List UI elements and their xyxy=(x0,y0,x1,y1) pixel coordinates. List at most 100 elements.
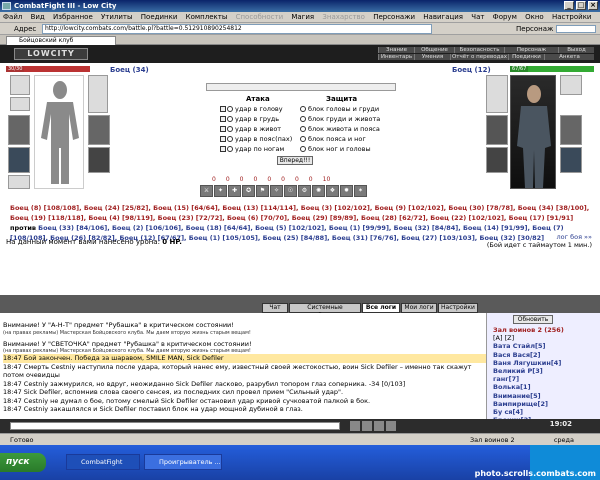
menu-fights[interactable]: Поединки xyxy=(141,13,178,21)
nav-fights[interactable]: Поединки xyxy=(508,54,544,60)
character-input[interactable] xyxy=(556,25,596,33)
block-belt-legs[interactable]: блок пояса и ног xyxy=(300,135,366,144)
menu-magic[interactable]: Магия xyxy=(291,13,314,21)
ability-icon[interactable]: ✹ xyxy=(340,185,353,197)
roster-member[interactable]: Бу ся[4] xyxy=(493,408,600,416)
left-helmet-slot[interactable] xyxy=(10,75,30,95)
attack-groin[interactable]: удар в пояс(пах) xyxy=(220,135,292,144)
attack-legs[interactable]: удар по ногам xyxy=(220,145,284,154)
menu-chat[interactable]: Чат xyxy=(471,13,484,21)
menu-characters[interactable]: Персонажи xyxy=(373,13,415,21)
nav-inventory[interactable]: Инвентарь xyxy=(378,54,414,60)
block-stomach-belt[interactable]: блок живота и пояса xyxy=(300,125,380,134)
attack-stomach[interactable]: удар в живот xyxy=(220,125,281,134)
menu-favorites[interactable]: Избранное xyxy=(53,13,93,21)
nav-transfers[interactable]: Отчёт о переводах xyxy=(450,54,508,60)
roster-member[interactable]: ганг[7] xyxy=(493,375,600,383)
tab-my-logs[interactable]: Мои логи xyxy=(401,303,437,313)
ability-icon[interactable]: ⚑ xyxy=(256,185,269,197)
menu-window[interactable]: Окно xyxy=(525,13,544,21)
ability-icon[interactable]: ✶ xyxy=(354,185,367,197)
address-input[interactable]: http://lowcity.combats.com/battle.pl?bat… xyxy=(42,24,432,34)
block-head-chest[interactable]: блок головы и груди xyxy=(300,105,379,114)
nav-security[interactable]: Безопасность xyxy=(454,47,504,53)
right-weapon-slot[interactable] xyxy=(560,115,582,145)
menu-herbalism[interactable]: Знахарство xyxy=(322,13,365,21)
ability-icon[interactable]: ❖ xyxy=(326,185,339,197)
red-team-list[interactable]: Боец (8) [108/108], Боец (24) [25/82], Б… xyxy=(10,204,589,222)
menu-navigation[interactable]: Навигация xyxy=(423,13,463,21)
damage-summary: На данный момент вами нанесено урона: 0 … xyxy=(6,238,182,246)
left-boots-slot[interactable] xyxy=(88,147,110,173)
taskbar-player[interactable]: Проигрыватель ... xyxy=(144,454,222,470)
smile-icon[interactable] xyxy=(350,421,360,431)
menu-settings[interactable]: Настройки xyxy=(552,13,592,21)
tab-fight-club[interactable]: Бойцовский клуб xyxy=(6,36,116,45)
menu-forum[interactable]: Форум xyxy=(493,13,517,21)
right-helmet-slot[interactable] xyxy=(560,75,582,95)
top-nav: Знание Общение Безопасность Персонаж Вых… xyxy=(378,47,594,53)
roster-member[interactable]: Вампирище[2] xyxy=(493,400,600,408)
menu-abilities[interactable]: Способности xyxy=(236,13,284,21)
roster-member[interactable]: Внимание[5] xyxy=(493,392,600,400)
taskbar-combatfight[interactable]: CombatFight xyxy=(66,454,140,470)
roster-member[interactable]: Вася Вася[2] xyxy=(493,351,600,359)
fight-log-link[interactable]: лог боя »» xyxy=(556,233,592,241)
nav-profile[interactable]: Анкета xyxy=(544,54,594,60)
ability-icon[interactable]: ☉ xyxy=(284,185,297,197)
start-button[interactable]: пуск xyxy=(0,453,46,472)
tab-system-messages[interactable]: Системные сообщения xyxy=(289,303,361,319)
menu-bar: Файл Вид Избранное Утилиты Поединки Комп… xyxy=(0,12,600,23)
clear-icon[interactable] xyxy=(362,421,372,431)
right-boots-slot[interactable] xyxy=(486,147,508,173)
ability-icon[interactable]: ⚔ xyxy=(200,185,213,197)
roster-member[interactable]: Волька[1] xyxy=(493,383,600,391)
ability-icon[interactable]: ✚ xyxy=(228,185,241,197)
block-chest-stomach[interactable]: блок груди и живота xyxy=(300,115,380,124)
left-belt-slot[interactable] xyxy=(8,175,30,189)
nav-knowledge[interactable]: Знание xyxy=(378,47,414,53)
attack-chest[interactable]: удар в грудь xyxy=(220,115,279,124)
menu-view[interactable]: Вид xyxy=(31,13,45,21)
left-armor-slot[interactable] xyxy=(8,147,30,173)
menu-file[interactable]: Файл xyxy=(3,13,22,21)
ability-icon[interactable]: ✪ xyxy=(242,185,255,197)
left-weapon-slot[interactable] xyxy=(8,115,30,145)
close-button[interactable]: × xyxy=(588,1,598,10)
left-ring-slots[interactable] xyxy=(88,75,108,113)
right-armor-slot[interactable] xyxy=(560,147,582,173)
left-fighter-name[interactable]: Боец (34) xyxy=(110,66,149,74)
ability-icon[interactable]: ✦ xyxy=(214,185,227,197)
forward-button[interactable]: Вперед!!! xyxy=(277,156,313,165)
left-amulet-slot[interactable] xyxy=(10,97,30,111)
block-legs-head[interactable]: блок ног и головы xyxy=(300,145,371,154)
watermark: photo.scrolls.combats.com xyxy=(474,469,596,478)
right-fighter-name[interactable]: Боец (12) xyxy=(452,66,491,74)
tab-settings[interactable]: Настройки xyxy=(438,303,478,313)
minimize-button[interactable]: _ xyxy=(564,1,574,10)
roster-member[interactable]: Ваня Лягушкин[4] xyxy=(493,359,600,367)
tab-chat[interactable]: Чат xyxy=(262,303,288,313)
refresh-button[interactable]: Обновить xyxy=(513,315,553,324)
attack-head[interactable]: удар в голову xyxy=(220,105,283,114)
roster-member[interactable]: Великий Р[3] xyxy=(493,367,600,375)
nav-skills[interactable]: Умения xyxy=(414,54,450,60)
right-shield-slot[interactable] xyxy=(486,115,508,145)
tab-all-logs[interactable]: Все логи xyxy=(362,303,400,313)
menu-sets[interactable]: Комплекты xyxy=(186,13,228,21)
ability-icon[interactable]: ✺ xyxy=(312,185,325,197)
nav-exit[interactable]: Выход xyxy=(558,47,594,53)
ability-icon[interactable]: ⚙ xyxy=(298,185,311,197)
nav-character[interactable]: Персонаж xyxy=(504,47,558,53)
ability-icon[interactable]: ✧ xyxy=(270,185,283,197)
filter-icon[interactable] xyxy=(374,421,384,431)
roster-member[interactable]: Вата Стайл[5] xyxy=(493,342,600,350)
maximize-button[interactable]: □ xyxy=(576,1,586,10)
nav-social[interactable]: Общение xyxy=(414,47,454,53)
menu-utilities[interactable]: Утилиты xyxy=(101,13,133,21)
left-shield-slot[interactable] xyxy=(88,115,110,145)
translit-icon[interactable] xyxy=(386,421,396,431)
chat-input[interactable] xyxy=(10,422,340,430)
right-ring-slots[interactable] xyxy=(486,75,508,113)
roster-sort[interactable]: [A] [Z] xyxy=(493,334,600,342)
